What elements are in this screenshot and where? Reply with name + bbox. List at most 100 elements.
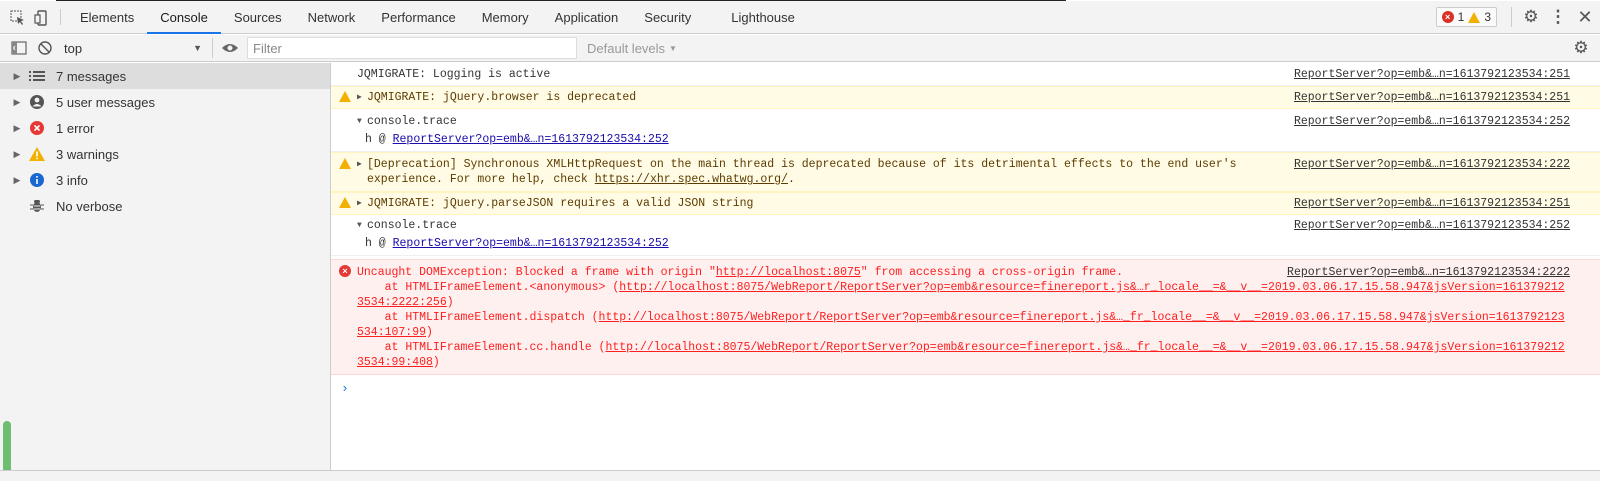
error-count-icon: × xyxy=(1441,11,1454,23)
prompt-chevron-icon: › xyxy=(341,381,349,396)
chevron-down-icon: ▼ xyxy=(669,43,677,53)
origin-link[interactable]: http://localhost:8075 xyxy=(716,266,861,279)
console-toolbar: top ▼ Default levels ▼ ⚙ xyxy=(0,35,1600,62)
tab-performance[interactable]: Performance xyxy=(368,1,468,33)
trace-frame-prefix: h @ xyxy=(365,133,393,146)
console-message-warning[interactable]: ▶ JQMIGRATE: jQuery.parseJSON requires a … xyxy=(331,192,1600,215)
tab-network[interactable]: Network xyxy=(295,1,369,33)
source-link[interactable]: ReportServer?op=emb&…n=1613792123534:252 xyxy=(1294,114,1570,129)
inspect-element-icon[interactable] xyxy=(6,1,30,34)
expand-arrow-icon[interactable]: ▶ xyxy=(8,175,26,186)
clear-console-icon[interactable] xyxy=(32,35,58,61)
console-prompt[interactable]: › xyxy=(331,375,1600,396)
settings-gear-icon[interactable]: ⚙ xyxy=(1516,7,1546,27)
message-text: [Deprecation] Synchronous XMLHttpRequest… xyxy=(367,158,1244,186)
message-text: JQMIGRATE: jQuery.parseJSON requires a v… xyxy=(367,197,754,210)
error-body: Uncaught DOMException: Blocked a frame w… xyxy=(357,265,1567,370)
console-message-error[interactable]: × Uncaught DOMException: Blocked a frame… xyxy=(331,259,1600,375)
console-messages: JQMIGRATE: Logging is active ReportServe… xyxy=(331,63,1600,481)
trace-frame-prefix: h @ xyxy=(365,237,393,250)
source-link[interactable]: ReportServer?op=emb&…n=1613792123534:251 xyxy=(1294,67,1570,82)
sidebar-scrollbar[interactable] xyxy=(3,421,11,477)
warning-icon xyxy=(26,146,48,162)
filter-input[interactable] xyxy=(247,37,577,59)
console-message-warning[interactable]: ▶ JQMIGRATE: jQuery.browser is deprecated… xyxy=(331,86,1600,109)
context-value: top xyxy=(64,40,83,56)
sidebar-item-info[interactable]: ▶ 3 info xyxy=(0,167,330,193)
close-devtools-icon[interactable]: ✕ xyxy=(1570,7,1600,28)
console-message-trace[interactable]: ▼ console.trace ReportServer?op=emb&…n=16… xyxy=(331,215,1600,256)
collapse-triangle-icon[interactable]: ▼ xyxy=(357,114,367,129)
device-toolbar-icon[interactable] xyxy=(30,1,54,34)
sidebar-item-verbose[interactable]: No verbose xyxy=(0,193,330,219)
console-sidebar: ▶ 7 messages ▶ 5 user messages ▶ 1 error… xyxy=(0,63,331,481)
tab-lighthouse[interactable]: Lighthouse xyxy=(718,1,808,33)
error-head: Uncaught DOMException: Blocked a frame w… xyxy=(357,266,716,279)
expand-arrow-icon[interactable]: ▶ xyxy=(8,149,26,160)
expand-triangle-icon[interactable]: ▶ xyxy=(357,196,367,211)
console-message-warning[interactable]: ▶ [Deprecation] Synchronous XMLHttpReques… xyxy=(331,152,1600,192)
expand-arrow-icon[interactable]: ▶ xyxy=(8,71,26,82)
sidebar-item-messages[interactable]: ▶ 7 messages xyxy=(0,63,330,89)
trace-frame-link[interactable]: ReportServer?op=emb&…n=1613792123534:252 xyxy=(393,133,669,146)
tab-sources[interactable]: Sources xyxy=(221,1,295,33)
source-link[interactable]: ReportServer?op=emb&…n=1613792123534:251 xyxy=(1294,90,1570,105)
error-icon xyxy=(26,120,48,136)
message-text: JQMIGRATE: Logging is active xyxy=(357,68,551,81)
source-link[interactable]: ReportServer?op=emb&…n=1613792123534:222… xyxy=(1287,265,1570,280)
stack-frame-1: at HTMLIFrameElement.<anonymous> ( xyxy=(357,281,620,294)
message-text: console.trace xyxy=(367,219,457,232)
error-icon: × xyxy=(339,265,351,277)
log-levels-dropdown[interactable]: Default levels ▼ xyxy=(587,41,677,56)
tab-application[interactable]: Application xyxy=(542,1,632,33)
execution-context-select[interactable]: top ▼ xyxy=(58,38,208,58)
sidebar-item-label: 1 error xyxy=(56,120,95,136)
sidebar-item-warnings[interactable]: ▶ 3 warnings xyxy=(0,141,330,167)
error-head-tail: " from accessing a cross-origin frame. xyxy=(860,266,1124,279)
message-text: console.trace xyxy=(367,115,457,128)
message-tail: . xyxy=(787,173,795,186)
tab-console[interactable]: Console xyxy=(147,1,221,34)
console-message-trace[interactable]: ▼ console.trace ReportServer?op=emb&…n=16… xyxy=(331,109,1600,152)
drawer-edge xyxy=(0,470,1600,481)
expand-triangle-icon[interactable]: ▶ xyxy=(357,157,367,172)
message-link[interactable]: https://xhr.spec.whatwg.org/ xyxy=(595,173,788,186)
message-text: JQMIGRATE: jQuery.browser is deprecated xyxy=(367,91,637,104)
trace-frame-link[interactable]: ReportServer?op=emb&…n=1613792123534:252 xyxy=(393,237,669,250)
paren-close: ) xyxy=(446,296,454,309)
collapse-triangle-icon[interactable]: ▼ xyxy=(357,218,367,233)
warning-icon xyxy=(339,197,351,208)
more-options-icon[interactable]: ⋮ xyxy=(1546,7,1570,27)
expand-arrow-icon[interactable]: ▶ xyxy=(8,123,26,134)
bug-icon xyxy=(26,198,48,214)
source-link[interactable]: ReportServer?op=emb&…n=1613792123534:251 xyxy=(1294,196,1570,211)
tab-security[interactable]: Security xyxy=(631,1,704,33)
levels-label: Default levels xyxy=(587,40,666,56)
source-link[interactable]: ReportServer?op=emb&…n=1613792123534:222 xyxy=(1294,157,1570,172)
stack-frame-3: at HTMLIFrameElement.cc.handle ( xyxy=(357,341,606,354)
separator xyxy=(60,9,61,25)
sidebar-item-errors[interactable]: ▶ 1 error xyxy=(0,115,330,141)
error-count: 1 xyxy=(1457,10,1465,24)
info-icon xyxy=(26,172,48,188)
chevron-down-icon: ▼ xyxy=(193,43,202,53)
console-settings-gear-icon[interactable]: ⚙ xyxy=(1566,38,1596,58)
warning-icon xyxy=(339,158,351,169)
issue-counter[interactable]: × 1 3 xyxy=(1435,7,1497,27)
warning-icon xyxy=(339,91,351,102)
user-icon xyxy=(26,94,48,110)
show-sidebar-icon[interactable] xyxy=(6,35,32,61)
live-expression-eye-icon[interactable] xyxy=(217,35,243,61)
source-link[interactable]: ReportServer?op=emb&…n=1613792123534:252 xyxy=(1294,218,1570,233)
tab-elements[interactable]: Elements xyxy=(67,1,147,33)
paren-close: ) xyxy=(426,326,433,339)
console-message-log[interactable]: JQMIGRATE: Logging is active ReportServe… xyxy=(331,63,1600,86)
sidebar-item-user-messages[interactable]: ▶ 5 user messages xyxy=(0,89,330,115)
expand-triangle-icon[interactable]: ▶ xyxy=(357,90,367,105)
expand-arrow-icon[interactable]: ▶ xyxy=(8,97,26,108)
sidebar-item-label: 7 messages xyxy=(56,68,127,84)
tabbar-right: × 1 3 ⚙ ⋮ ✕ xyxy=(1435,1,1600,33)
tab-memory[interactable]: Memory xyxy=(469,1,542,33)
sidebar-item-label: 3 warnings xyxy=(56,146,119,162)
sidebar-item-label: No verbose xyxy=(56,198,123,214)
